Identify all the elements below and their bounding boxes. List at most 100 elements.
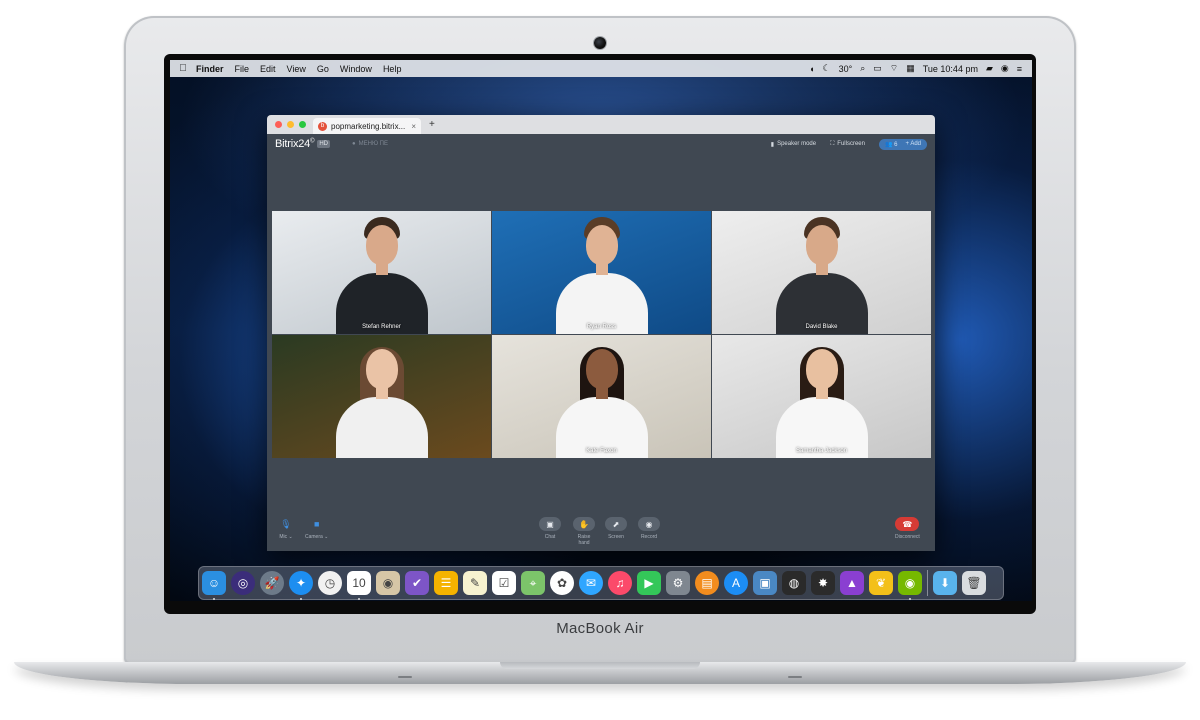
running-indicator <box>909 598 911 600</box>
airplay-icon[interactable]: ▭ <box>873 63 882 74</box>
mic-icon: 🎙 <box>280 518 292 529</box>
launchpad-icon[interactable]: 🚀 <box>260 571 284 595</box>
mic-button[interactable]: 🎙 Mic ⌄ <box>275 517 297 541</box>
reminders-icon[interactable]: ☑ <box>492 571 516 595</box>
call-controls: 🎙 Mic ⌄ ■ Camera ⌄ ▣ Chat ✋ Raise hand ⬈ Scre… <box>267 511 935 551</box>
menu-help[interactable]: Help <box>383 64 402 74</box>
bitrix-logo: Bitrix24© <box>275 138 315 150</box>
zoom-window-button[interactable] <box>299 121 306 128</box>
screen-share-button[interactable]: ⬈ Screen <box>605 517 627 540</box>
phone-hangup-icon: ☎ <box>895 517 920 531</box>
neck <box>595 385 608 399</box>
torso <box>335 397 428 458</box>
maps-icon[interactable]: ⌖ <box>521 571 545 595</box>
video-tile[interactable]: Kate Faxon <box>492 335 711 458</box>
weather-temperature[interactable]: 30° <box>839 64 853 74</box>
menu-go[interactable]: Go <box>317 64 329 74</box>
notes-icon[interactable]: ✎ <box>463 571 487 595</box>
video-tile[interactable]: David Blake <box>712 211 931 334</box>
video-tile[interactable]: Ryan Ross <box>492 211 711 334</box>
hd-badge: HD <box>317 140 330 148</box>
facetime-icon[interactable]: ▶ <box>637 571 661 595</box>
fullscreen-button[interactable]: ⛶ Fullscreen <box>830 141 865 148</box>
wifi-icon[interactable]: ⌔ <box>890 63 898 74</box>
menu-view[interactable]: View <box>287 64 306 74</box>
close-window-button[interactable] <box>275 121 282 128</box>
migration-icon[interactable]: ▣ <box>753 571 777 595</box>
mouse-icon[interactable]: ◖ <box>809 64 814 74</box>
camera-button[interactable]: ■ Camera ⌄ <box>305 517 328 540</box>
messages-icon[interactable]: ✉ <box>579 571 603 595</box>
search-icon[interactable]: ⌕ <box>860 63 865 74</box>
video-editor-icon[interactable]: ✸ <box>811 571 835 595</box>
raise-hand-button[interactable]: ✋ Raise hand <box>572 517 596 546</box>
preferences-icon[interactable]: ⚙ <box>666 571 690 595</box>
siri-icon[interactable]: ◎ <box>231 571 255 595</box>
tab-bar: b popmarketing.bitrix... × + <box>267 115 935 134</box>
add-user-button[interactable]: + Add <box>905 141 921 147</box>
books-icon[interactable]: ▤ <box>695 571 719 595</box>
calendar-icon[interactable]: 10 <box>347 571 371 600</box>
screen:  Finder File Edit View Go Window Help ◖… <box>170 60 1032 601</box>
battery-icon[interactable]: ▰ <box>986 63 993 74</box>
pin-icon: ● <box>352 141 356 147</box>
clock[interactable]: Tue 10:44 pm <box>923 64 978 74</box>
face <box>365 349 398 389</box>
disconnect-button[interactable]: ☎ Disconnect <box>895 517 920 540</box>
disk-icon[interactable]: ◍ <box>782 571 806 595</box>
neck <box>375 261 388 275</box>
video-tile[interactable]: Samantha Jackson <box>712 335 931 458</box>
browser-tab[interactable]: b popmarketing.bitrix... × <box>313 118 421 134</box>
trash-icon[interactable]: 🗑 <box>962 571 986 595</box>
video-grid: Stefan Rehner Ryan Ross David Blake Kate… <box>272 211 931 459</box>
speaker-icon: ▮ <box>770 141 775 148</box>
camera-icon <box>594 37 606 49</box>
bitrix-favicon-icon: b <box>318 121 327 131</box>
laptop-notch <box>500 662 700 669</box>
affinity-icon[interactable]: ▲ <box>840 571 864 595</box>
safari-icon[interactable]: ✦ <box>289 571 313 600</box>
butterfly-icon[interactable]: ❦ <box>869 571 893 595</box>
face <box>585 225 618 265</box>
finder-icon[interactable]: ☺ <box>202 571 226 600</box>
contacts-icon[interactable]: ◉ <box>376 571 400 595</box>
apple-menu-icon[interactable]:  <box>170 63 196 74</box>
participants-pill[interactable]: 👥 6 + Add <box>878 138 927 150</box>
location-indicator: ● МЕНЮ ПЕ <box>352 141 389 147</box>
photos-icon[interactable]: ✿ <box>550 571 574 595</box>
call-header: Bitrix24© HD ● МЕНЮ ПЕ ▮ Speaker mode ⛶ Ful… <box>267 134 935 154</box>
notification-center-icon[interactable]: ≡ <box>1017 64 1022 74</box>
screen-share-icon: ⬈ <box>605 517 627 531</box>
appstore-icon[interactable]: A <box>724 571 748 595</box>
moon-icon[interactable]: ☾ <box>823 63 831 74</box>
participant-name: Ryan Ross <box>586 324 617 330</box>
users-icon: 👥 <box>884 141 893 148</box>
downloads-folder-icon[interactable]: ⬇ <box>933 571 957 595</box>
video-tile[interactable]: Stefan Rehner <box>272 211 491 334</box>
chat-button[interactable]: ▣ Chat <box>539 517 561 540</box>
fullscreen-icon: ⛶ <box>830 140 835 147</box>
music-icon[interactable]: ♫ <box>608 571 632 595</box>
tab-close-icon[interactable]: × <box>411 122 416 131</box>
menu-window[interactable]: Window <box>340 64 372 74</box>
speaker-mode-button[interactable]: ▮ Speaker mode <box>771 141 816 148</box>
clock-icon[interactable]: ◷ <box>318 571 342 595</box>
input-icon[interactable]: ▦ <box>906 63 915 74</box>
hand-icon: ✋ <box>573 517 595 531</box>
minimize-window-button[interactable] <box>287 121 294 128</box>
menu-bar:  Finder File Edit View Go Window Help ◖… <box>170 60 1032 77</box>
new-tab-button[interactable]: + <box>429 119 435 130</box>
running-indicator <box>358 598 360 600</box>
neck <box>595 261 608 275</box>
notes-list-icon[interactable]: ☰ <box>434 571 458 595</box>
menu-file[interactable]: File <box>235 64 250 74</box>
menu-finder[interactable]: Finder <box>196 64 224 74</box>
nvidia-icon[interactable]: ◉ <box>898 571 922 600</box>
face <box>365 225 398 265</box>
menu-edit[interactable]: Edit <box>260 64 276 74</box>
tasks-icon[interactable]: ✔ <box>405 571 429 595</box>
video-tile[interactable] <box>272 335 491 458</box>
record-button[interactable]: ◉ Record <box>638 517 660 540</box>
dock: ☺ ◎ 🚀 ✦ ◷ 10 ◉ ✔ ☰ ✎ ☑ ⌖ ✿ ✉ ♫ ▶ ⚙ ▤ A ▣ ◍ ✸ ▲ ❦ ◉ ⬇ 🗑 <box>198 566 1004 600</box>
user-icon[interactable]: ◉ <box>1001 63 1009 74</box>
